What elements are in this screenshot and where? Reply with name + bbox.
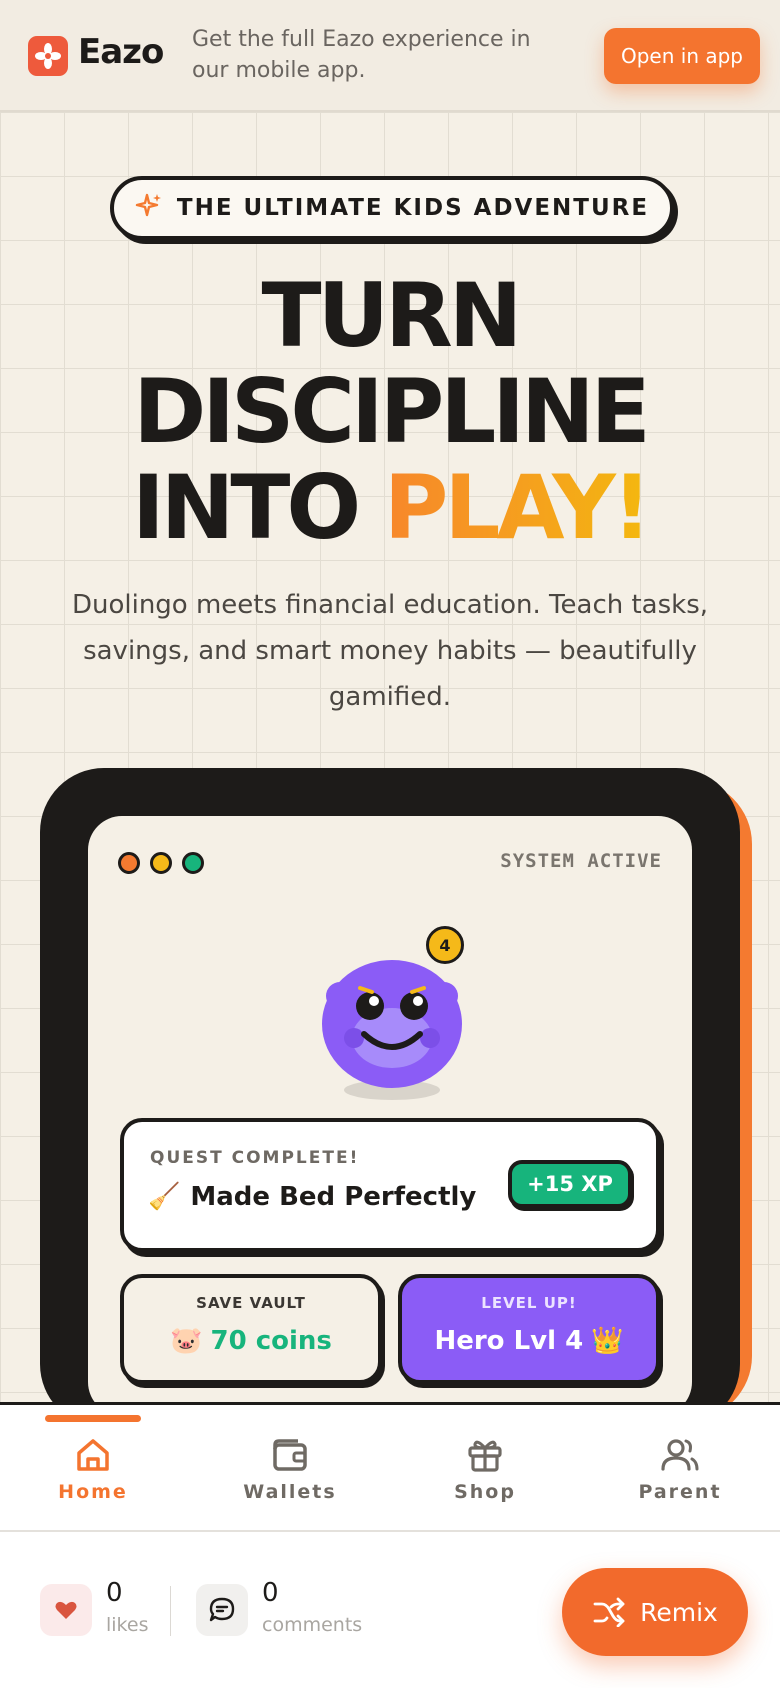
- banner-message: Get the full Eazo experience in our mobi…: [192, 27, 531, 83]
- nav-item-parent[interactable]: Parent: [600, 1405, 760, 1531]
- comments-count: 0: [262, 1578, 279, 1608]
- likes-count: 0: [106, 1578, 123, 1608]
- gift-icon: [468, 1440, 502, 1472]
- level-up-value: Hero Lvl 4 👑: [402, 1326, 656, 1356]
- level-up-card: LEVEL UP! Hero Lvl 4 👑: [398, 1274, 660, 1384]
- broom-icon: 🧹: [148, 1182, 181, 1212]
- tagline-pill: THE ULTIMATE KIDS ADVENTURE: [110, 176, 674, 240]
- wallet-icon: [273, 1439, 307, 1471]
- nav-label-home: Home: [58, 1481, 128, 1503]
- nav-label-parent: Parent: [638, 1481, 722, 1503]
- comment-icon: [209, 1597, 235, 1622]
- likes-label: likes: [106, 1614, 149, 1636]
- quest-label: QUEST COMPLETE!: [150, 1148, 360, 1168]
- comment-button[interactable]: [196, 1584, 248, 1636]
- shuffle-icon: [593, 1597, 625, 1627]
- xp-badge: +15 XP: [508, 1160, 632, 1208]
- footer-bar: 0 likes 0 comments Remix: [0, 1532, 780, 1688]
- headline-line-2: DISCIPLINE: [133, 360, 651, 463]
- save-vault-card: SAVE VAULT 🐷 70 coins: [120, 1274, 382, 1384]
- like-button[interactable]: [40, 1584, 92, 1636]
- quest-card: QUEST COMPLETE! 🧹 Made Bed Perfectly +15…: [120, 1118, 660, 1252]
- home-icon: [77, 1439, 109, 1471]
- bottom-nav: Home Wallets Shop Parent: [0, 1402, 780, 1532]
- quest-title-text: Made Bed Perfectly: [190, 1182, 477, 1212]
- pig-icon: 🐷: [170, 1326, 203, 1356]
- brand-name: Eazo: [78, 32, 164, 72]
- phone-screen: SYSTEM ACTIVE 4 QUEST COMPLETE! 🧹 Made B…: [88, 816, 692, 1416]
- nav-active-indicator: [45, 1415, 141, 1422]
- sparkle-icon: [135, 192, 163, 224]
- window-dot-orange: [118, 852, 140, 874]
- nav-label-wallets: Wallets: [243, 1481, 337, 1503]
- system-status: SYSTEM ACTIVE: [500, 850, 662, 872]
- hero-headline: TURN DISCIPLINE INTO PLAY!: [0, 268, 780, 556]
- nav-item-shop[interactable]: Shop: [405, 1405, 565, 1531]
- nav-item-wallets[interactable]: Wallets: [210, 1405, 370, 1531]
- vault-value: 🐷 70 coins: [124, 1326, 378, 1356]
- headline-line-1: TURN: [261, 264, 523, 367]
- window-dot-green: [182, 852, 204, 874]
- stats-divider: [170, 1586, 171, 1636]
- headline-plain: INTO: [132, 456, 384, 559]
- vault-value-text: 70 coins: [210, 1326, 332, 1356]
- users-icon: [661, 1439, 699, 1471]
- nav-item-home[interactable]: Home: [13, 1405, 173, 1531]
- level-up-label: LEVEL UP!: [481, 1294, 577, 1312]
- window-dot-yellow: [150, 852, 172, 874]
- headline-accent: PLAY!: [383, 456, 652, 559]
- level-up-value-text: Hero Lvl 4: [434, 1326, 584, 1356]
- comments-label: comments: [262, 1614, 363, 1636]
- nav-label-shop: Shop: [454, 1481, 516, 1503]
- eazo-logo-icon: [28, 36, 68, 76]
- open-in-app-button[interactable]: Open in app: [604, 28, 760, 84]
- headline-line-3: INTO PLAY!: [0, 460, 780, 556]
- quest-title: 🧹 Made Bed Perfectly: [148, 1182, 476, 1212]
- vault-label: SAVE VAULT: [196, 1294, 306, 1312]
- hero-subtext: Duolingo meets financial education. Teac…: [71, 590, 709, 712]
- heart-icon: [55, 1601, 77, 1619]
- remix-button[interactable]: Remix: [562, 1568, 748, 1656]
- crown-icon: 👑: [591, 1326, 624, 1356]
- remix-label: Remix: [640, 1597, 718, 1627]
- tagline-text: THE ULTIMATE KIDS ADVENTURE: [176, 195, 650, 221]
- window-dots: [118, 852, 204, 874]
- mascot-level-badge: 4: [426, 926, 464, 964]
- app-install-banner: Eazo Get the full Eazo experience in our…: [0, 0, 780, 112]
